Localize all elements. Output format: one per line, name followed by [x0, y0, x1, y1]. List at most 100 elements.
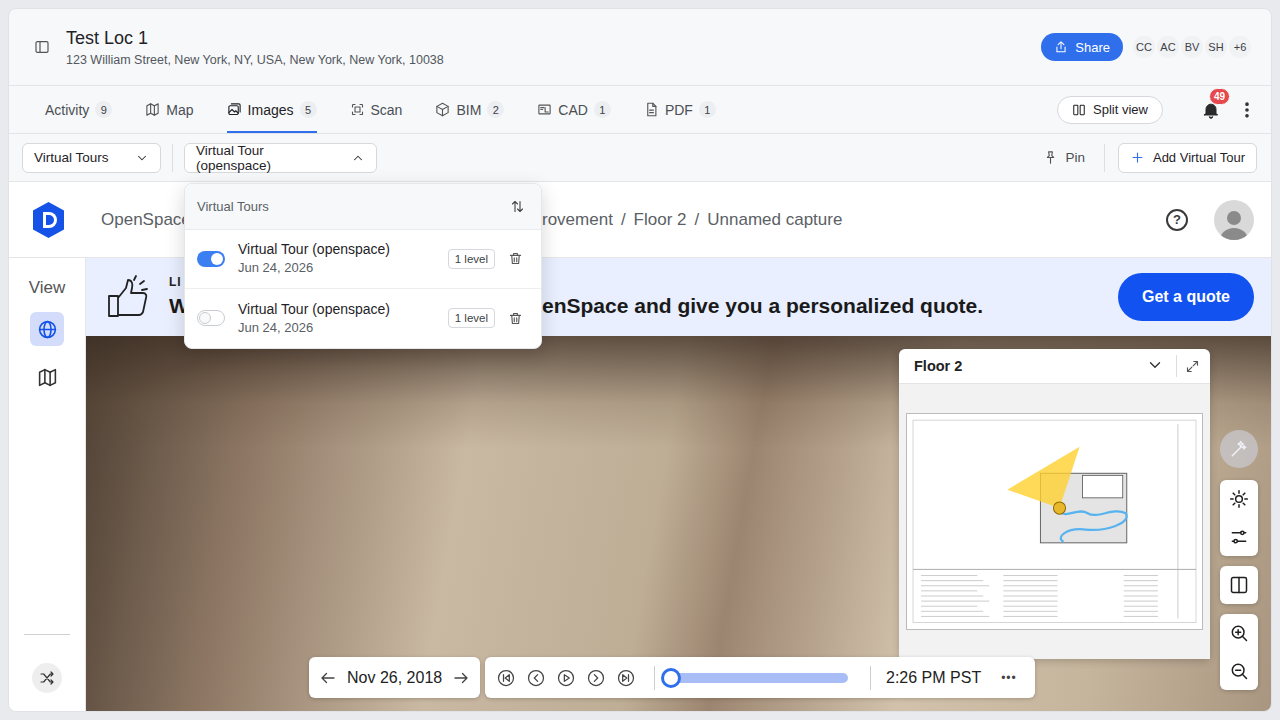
tour-menu: Virtual ToursVirtual Tour (openspace)Jun… [184, 183, 542, 349]
view-mode-button[interactable] [30, 360, 64, 394]
add-tour-button[interactable]: Add Virtual Tour [1118, 143, 1257, 173]
tab[interactable]: Map [145, 86, 193, 133]
tour-date: Jun 24, 2026 [238, 319, 390, 337]
tab[interactable]: Activity9 [45, 86, 112, 133]
tool-button[interactable] [1220, 566, 1258, 604]
view-rail: View [9, 258, 86, 711]
level-badge: 1 level [448, 308, 495, 328]
tab-count: 5 [300, 101, 317, 118]
tab-count: 9 [95, 101, 112, 118]
tool-button[interactable] [1220, 480, 1258, 518]
globe-icon [37, 319, 58, 340]
tour-item[interactable]: Virtual Tour (openspace)Jun 24, 2026 1 le… [185, 289, 541, 348]
tool-button[interactable] [1220, 614, 1258, 652]
share-icon [1054, 40, 1068, 54]
notifications-button[interactable]: 49 [1199, 98, 1223, 122]
next-date-icon[interactable] [452, 669, 470, 687]
split-icon [1072, 103, 1086, 117]
tab[interactable]: Scan [350, 86, 403, 133]
tour-select[interactable]: Virtual Tour (openspace) [184, 143, 377, 173]
timeline-slider[interactable] [671, 673, 848, 683]
tour-item[interactable]: Virtual Tour (openspace)Jun 24, 2026 1 le… [185, 230, 541, 289]
chevron-down-icon[interactable] [1146, 356, 1164, 374]
panorama-photo[interactable]: Floor 2 Nov 26, 2018 2:26 PM PST••• [86, 336, 1271, 711]
view-select[interactable]: Virtual Tours [22, 143, 161, 173]
chevron-down-icon [135, 151, 149, 165]
more-button[interactable]: ••• [1001, 671, 1017, 685]
previous-date-icon[interactable] [319, 669, 337, 687]
mapo-icon [37, 367, 58, 388]
notification-badge: 49 [1209, 88, 1230, 105]
tour-name: Virtual Tour (openspace) [238, 240, 390, 258]
minimap-panel: Floor 2 [899, 349, 1210, 659]
member-avatar[interactable]: +6 [1227, 34, 1253, 60]
tab[interactable]: CAD1 [537, 86, 611, 133]
sidebar-toggle-icon[interactable] [34, 39, 50, 55]
tour-toggle[interactable] [197, 310, 225, 326]
tour-name: Virtual Tour (openspace) [238, 300, 390, 318]
splitsq-icon [1229, 575, 1249, 595]
tour-date: Jun 24, 2026 [238, 259, 390, 277]
more-icon[interactable] [1237, 100, 1257, 120]
rail-title: View [29, 278, 66, 298]
expand-icon[interactable] [1185, 359, 1200, 374]
member-avatar[interactable]: SH [1203, 34, 1229, 60]
tab[interactable]: BIM2 [435, 86, 504, 133]
tab-count: 1 [699, 101, 716, 118]
floor-select[interactable]: Floor 2 [914, 358, 962, 374]
get-quote-button[interactable]: Get a quote [1118, 273, 1254, 321]
capture-date[interactable]: Nov 26, 2018 [347, 669, 442, 687]
view-mode-button[interactable] [30, 312, 64, 346]
sliders-icon [1229, 527, 1249, 547]
location-title: Test Loc 1 [66, 27, 444, 49]
prev-icon[interactable] [526, 668, 546, 688]
zout-icon [1229, 661, 1249, 681]
cube-icon [435, 102, 450, 117]
next-icon[interactable] [586, 668, 606, 688]
compare-button[interactable] [32, 663, 62, 693]
pin-button[interactable]: Pin [1043, 150, 1085, 165]
menu-title: Virtual Tours [197, 199, 269, 214]
playback-controls: 2:26 PM PST••• [485, 657, 1035, 698]
tab-count: 2 [487, 101, 504, 118]
sort-icon[interactable] [510, 199, 525, 214]
tool-button[interactable] [1220, 518, 1258, 556]
split-view-button[interactable]: Split view [1057, 96, 1163, 124]
help-button[interactable]: ? [1166, 209, 1188, 231]
trash-icon[interactable] [508, 311, 523, 326]
level-badge: 1 level [448, 249, 495, 269]
floor-plan[interactable] [906, 413, 1203, 630]
location-header: Test Loc 1 123 William Street, New York, … [9, 9, 1271, 85]
scan-icon [350, 102, 365, 117]
shuffle-icon [39, 670, 55, 686]
member-avatar[interactable]: AC [1155, 34, 1181, 60]
trash-icon[interactable] [508, 251, 523, 266]
location-address: 123 William Street, New York, NY, USA, N… [66, 52, 444, 68]
tab[interactable]: Images5 [227, 86, 317, 133]
breadcrumb-item[interactable]: rovement [542, 210, 613, 230]
breadcrumb-separator: / [621, 210, 626, 230]
map-icon [145, 102, 160, 117]
thumbs-up-icon [106, 274, 152, 320]
first-icon[interactable] [496, 668, 516, 688]
user-avatar-icon[interactable] [1214, 200, 1254, 240]
viewer-tools [1220, 430, 1258, 690]
play-icon[interactable] [556, 668, 576, 688]
tour-toggle[interactable] [197, 251, 225, 267]
tool-button[interactable] [1220, 652, 1258, 690]
share-button[interactable]: Share [1041, 33, 1123, 61]
date-navigator: Nov 26, 2018 [309, 657, 480, 698]
breadcrumb-item[interactable]: Unnamed capture [707, 210, 842, 230]
tab-count: 1 [594, 101, 611, 118]
breadcrumb-item[interactable]: OpenSpace [101, 210, 191, 229]
last-icon[interactable] [616, 668, 636, 688]
sun-icon [1229, 489, 1249, 509]
tab[interactable]: PDF1 [644, 86, 716, 133]
timeline-thumb[interactable] [661, 668, 681, 688]
pin-icon [1043, 150, 1058, 165]
member-avatar[interactable]: BV [1179, 34, 1205, 60]
cad-icon [537, 102, 552, 117]
member-avatar[interactable]: CC [1131, 34, 1157, 60]
wand-icon [1229, 439, 1249, 459]
breadcrumb-item[interactable]: Floor 2 [634, 210, 687, 230]
